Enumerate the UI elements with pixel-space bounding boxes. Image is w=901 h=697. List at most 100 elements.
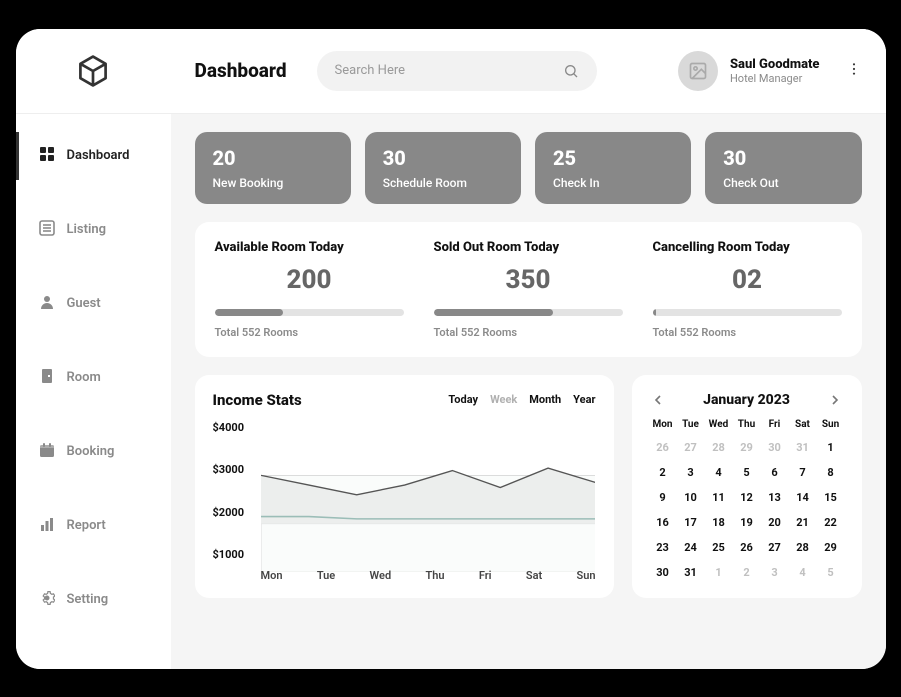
calendar-day[interactable]: 31 — [678, 563, 704, 582]
search-box[interactable] — [317, 51, 597, 91]
calendar-day[interactable]: 23 — [650, 538, 676, 557]
calendar-day[interactable]: 28 — [706, 438, 732, 457]
calendar-day[interactable]: 29 — [818, 538, 844, 557]
sidebar: Dashboard Listing Guest Room Booking Report Se… — [16, 29, 171, 669]
calendar-day[interactable]: 22 — [818, 513, 844, 532]
chevron-right-icon — [829, 395, 839, 405]
chart-x-tick: Tue — [317, 569, 335, 582]
search-input[interactable] — [335, 63, 553, 78]
calendar-day[interactable]: 12 — [734, 488, 760, 507]
calendar-day[interactable]: 3 — [762, 563, 788, 582]
sidebar-item-room[interactable]: Room — [16, 354, 171, 402]
calendar-day[interactable]: 24 — [678, 538, 704, 557]
search-icon — [563, 63, 579, 79]
calendar-day[interactable]: 25 — [706, 538, 732, 557]
calendar-day[interactable]: 31 — [790, 438, 816, 457]
calendar-day[interactable]: 3 — [678, 463, 704, 482]
range-option[interactable]: Today — [448, 393, 478, 406]
calendar-day[interactable]: 16 — [650, 513, 676, 532]
room-title: Sold Out Room Today — [434, 240, 623, 255]
sidebar-item-label: Report — [67, 518, 106, 533]
stat-label: Check In — [553, 176, 673, 190]
calendar-dow: Wed — [706, 419, 732, 430]
bars-icon — [39, 516, 55, 536]
calendar-day[interactable]: 14 — [790, 488, 816, 507]
calendar-day[interactable]: 4 — [790, 563, 816, 582]
room-progress-bar — [215, 309, 283, 316]
avatar — [678, 51, 718, 91]
calendar-day[interactable]: 1 — [706, 563, 732, 582]
chart-plot — [261, 427, 596, 572]
chart-y-tick: $1000 — [213, 548, 257, 561]
calendar-day[interactable]: 5 — [818, 563, 844, 582]
calendar-day[interactable]: 9 — [650, 488, 676, 507]
range-option[interactable]: Week — [490, 393, 517, 406]
calendar-day[interactable]: 28 — [790, 538, 816, 557]
stat-card[interactable]: 30Check Out — [705, 132, 861, 204]
sidebar-item-label: Listing — [67, 222, 107, 237]
calendar-day[interactable]: 1 — [818, 438, 844, 457]
calendar-day[interactable]: 27 — [762, 538, 788, 557]
calendar-day[interactable]: 6 — [762, 463, 788, 482]
room-value: 350 — [434, 265, 623, 295]
calendar-day[interactable]: 30 — [762, 438, 788, 457]
calendar-day[interactable]: 5 — [734, 463, 760, 482]
stats-row: 20New Booking30Schedule Room 25 Check In 30… — [195, 132, 862, 204]
range-selector: Today Week Month Year — [448, 393, 595, 406]
room-value: 200 — [215, 265, 404, 295]
calendar-day[interactable]: 26 — [734, 538, 760, 557]
stat-label: Check Out — [723, 176, 843, 190]
sidebar-item-listing[interactable]: Listing — [16, 206, 171, 254]
stat-card[interactable]: 20New Booking — [195, 132, 351, 204]
header: Dashboard Saul Goodmate Hotel Manager — [171, 29, 886, 114]
room-progress — [215, 309, 404, 316]
sidebar-item-label: Room — [67, 370, 101, 385]
calendar-grid: MonTueWedThuFriSatSun2627282930311234567… — [650, 419, 844, 582]
calendar-day[interactable]: 2 — [650, 463, 676, 482]
stat-card[interactable]: 25 Check In — [535, 132, 691, 204]
calendar-next-button[interactable] — [825, 391, 843, 409]
calendar-day[interactable]: 30 — [650, 563, 676, 582]
user-icon — [39, 294, 55, 314]
stat-value: 25 — [553, 146, 673, 170]
stat-card[interactable]: 30Schedule Room — [365, 132, 521, 204]
calendar-day[interactable]: 8 — [818, 463, 844, 482]
sidebar-item-booking[interactable]: Booking — [16, 428, 171, 476]
more-button[interactable] — [846, 61, 862, 81]
calendar-day[interactable]: 17 — [678, 513, 704, 532]
calendar-prev-button[interactable] — [650, 391, 668, 409]
calendar-day[interactable]: 2 — [734, 563, 760, 582]
calendar-day[interactable]: 21 — [790, 513, 816, 532]
rooms-row: Available Room Today 200 Total 552 Rooms… — [195, 222, 862, 357]
sidebar-item-guest[interactable]: Guest — [16, 280, 171, 328]
door-icon — [39, 368, 55, 388]
room-progress — [434, 309, 623, 316]
range-option[interactable]: Year — [573, 393, 595, 406]
chart-x-tick: Sat — [526, 569, 542, 582]
range-option[interactable]: Month — [529, 393, 561, 406]
calendar-day[interactable]: 20 — [762, 513, 788, 532]
user-block[interactable]: Saul Goodmate Hotel Manager — [678, 51, 862, 91]
calendar-title: January 2023 — [703, 392, 790, 408]
user-name: Saul Goodmate — [730, 57, 820, 72]
calendar-day[interactable]: 29 — [734, 438, 760, 457]
calendar-day[interactable]: 13 — [762, 488, 788, 507]
calendar-day[interactable]: 10 — [678, 488, 704, 507]
calendar-day[interactable]: 15 — [818, 488, 844, 507]
sidebar-item-dashboard[interactable]: Dashboard — [16, 132, 171, 180]
calendar-day[interactable]: 26 — [650, 438, 676, 457]
calendar-day[interactable]: 27 — [678, 438, 704, 457]
room-progress — [653, 309, 842, 316]
sidebar-item-report[interactable]: Report — [16, 502, 171, 550]
room-block: Sold Out Room Today 350 Total 552 Rooms — [434, 240, 623, 339]
calendar-day[interactable]: 11 — [706, 488, 732, 507]
income-title: Income Stats — [213, 391, 302, 409]
room-value: 02 — [653, 265, 842, 295]
list-icon — [39, 220, 55, 240]
calendar-day[interactable]: 4 — [706, 463, 732, 482]
calendar-day[interactable]: 18 — [706, 513, 732, 532]
sidebar-item-setting[interactable]: Setting — [16, 576, 171, 624]
calendar-day[interactable]: 7 — [790, 463, 816, 482]
calendar-day[interactable]: 19 — [734, 513, 760, 532]
room-subtext: Total 552 Rooms — [215, 326, 404, 339]
